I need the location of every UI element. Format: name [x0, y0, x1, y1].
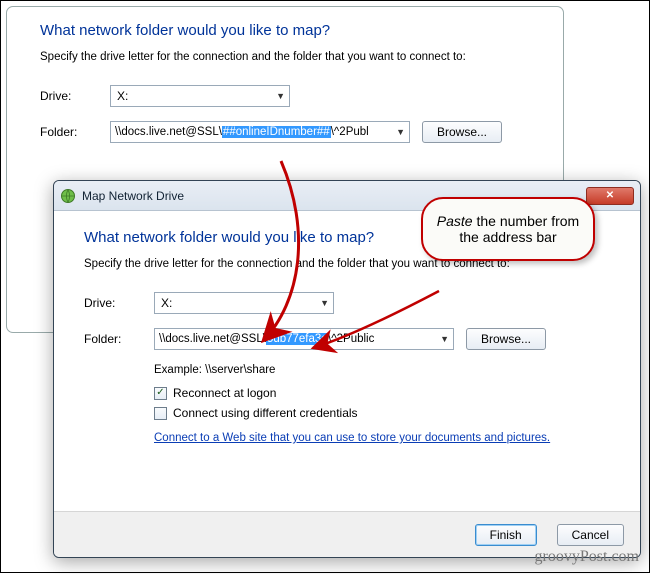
- browse-button[interactable]: Browse...: [422, 121, 502, 143]
- drive-label: Drive:: [84, 296, 154, 310]
- annotation-callout: Paste the number from the address bar: [421, 197, 595, 261]
- folder-path-selection: ##onlineIDnumber##: [222, 126, 331, 138]
- folder-label: Folder:: [84, 332, 154, 346]
- reconnect-label: Reconnect at logon: [173, 386, 276, 400]
- drive-network-icon: [60, 188, 76, 204]
- finish-button[interactable]: Finish: [475, 524, 537, 546]
- callout-emphasis: Paste: [437, 213, 473, 229]
- connect-website-link[interactable]: Connect to a Web site that you can use t…: [154, 432, 550, 444]
- folder-path-prefix: \\docs.live.net@SSL\: [115, 126, 222, 138]
- wizard-heading: What network folder would you like to ma…: [40, 22, 530, 39]
- folder-label: Folder:: [40, 125, 110, 139]
- cancel-button[interactable]: Cancel: [557, 524, 624, 546]
- drive-value: X:: [161, 296, 172, 310]
- close-icon: ✕: [606, 190, 614, 201]
- chevron-down-icon: ▼: [396, 127, 405, 137]
- reconnect-checkbox[interactable]: [154, 387, 167, 400]
- folder-path-prefix: \\docs.live.net@SSL\: [159, 333, 266, 345]
- browse-button[interactable]: Browse...: [466, 328, 546, 350]
- window-title: Map Network Drive: [82, 189, 184, 203]
- folder-path-selection: 5db77efa3c: [266, 333, 328, 345]
- drive-dropdown[interactable]: X: ▼: [110, 85, 290, 107]
- wizard-subtext: Specify the drive letter for the connect…: [40, 51, 530, 63]
- folder-combobox[interactable]: \\docs.live.net@SSL\5db77efa3c\^2Public …: [154, 328, 454, 350]
- drive-value: X:: [117, 89, 128, 103]
- drive-label: Drive:: [40, 89, 110, 103]
- watermark: groovyPost.com: [535, 548, 639, 566]
- chevron-down-icon: ▼: [276, 91, 285, 101]
- chevron-down-icon: ▼: [320, 298, 329, 308]
- close-button[interactable]: ✕: [586, 187, 634, 205]
- different-credentials-checkbox[interactable]: [154, 407, 167, 420]
- chevron-down-icon: ▼: [440, 334, 449, 344]
- callout-text: the number from the address bar: [459, 213, 579, 245]
- different-credentials-label: Connect using different credentials: [173, 406, 358, 420]
- folder-path-suffix: \^2Publ: [331, 126, 369, 138]
- drive-dropdown[interactable]: X: ▼: [154, 292, 334, 314]
- folder-combobox[interactable]: \\docs.live.net@SSL\##onlineIDnumber##\^…: [110, 121, 410, 143]
- example-text: Example: \\server\share: [154, 364, 610, 376]
- folder-path-suffix: \^2Public: [328, 333, 374, 345]
